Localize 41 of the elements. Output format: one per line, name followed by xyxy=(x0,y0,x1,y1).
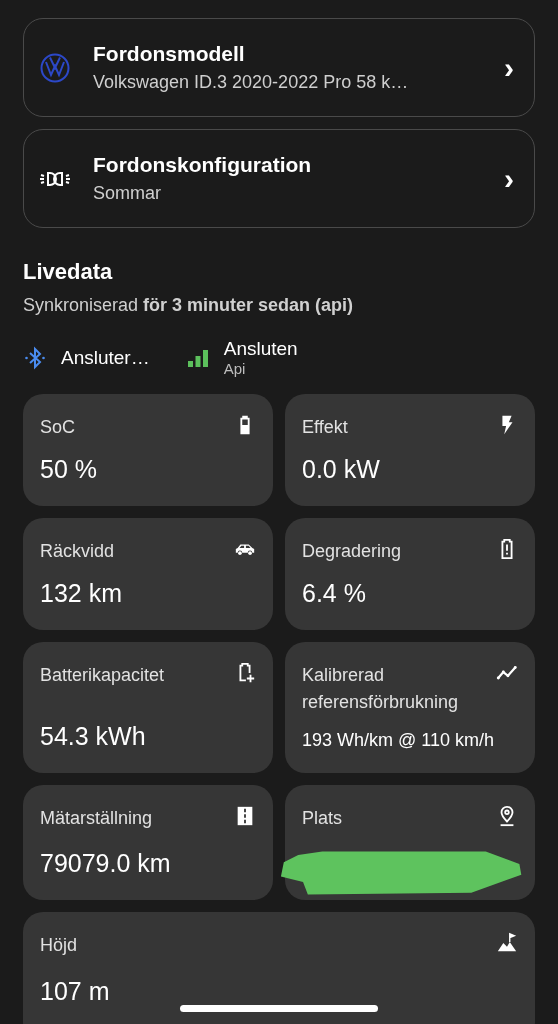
tile-label: Plats xyxy=(302,807,343,830)
setting-title: Fordonskonfiguration xyxy=(93,153,313,177)
tile-value: 107 m xyxy=(40,977,111,1006)
setting-value: Volkswagen ID.3 2020-2022 Pro 58 k… xyxy=(93,72,410,93)
mountain-flag-icon xyxy=(496,932,518,954)
settings-row[interactable]: Fordonskonfiguration Sommar › xyxy=(23,129,535,228)
setting-title: Fordonsmodell xyxy=(93,42,246,66)
metric-tile[interactable]: Effekt 0.0 kW xyxy=(285,394,535,506)
tile-label: Degradering xyxy=(302,540,402,563)
tile-value: 79079.0 km xyxy=(40,849,172,878)
section-title: Livedata xyxy=(23,259,114,285)
tile-label: Mätarställning xyxy=(40,807,153,830)
tile-value: 0.0 kW xyxy=(302,455,381,484)
tile-value: 6.4 % xyxy=(302,579,367,608)
metric-tile[interactable]: Mätarställning 79079.0 km xyxy=(23,785,273,900)
tile-value: 50 % xyxy=(40,455,98,484)
chevron-icon: › xyxy=(504,52,514,83)
tile-label: Kalibrerad referensförbrukning xyxy=(302,664,460,714)
settings-row[interactable]: Fordonsmodell Volkswagen ID.3 2020-2022 Pro 58 k… › xyxy=(23,18,535,117)
chevron-icon: › xyxy=(504,163,514,194)
connection-status: Ansluten xyxy=(223,338,298,360)
tile-value: 193 Wh/km @ 110 km/h xyxy=(302,730,495,751)
bluetooth-icon xyxy=(23,345,47,370)
sync-status: Synkroniserad för 3 minuter sedan (api) xyxy=(23,295,355,316)
setting-value: Sommar xyxy=(93,183,162,204)
metric-tile[interactable]: Räckvidd 132 km xyxy=(23,518,273,630)
metric-tile[interactable]: Höjd 107 m xyxy=(23,912,535,1024)
tile-label: Batterikapacitet xyxy=(40,664,165,687)
tile-label: SoC xyxy=(40,416,75,439)
metric-tile[interactable]: Kalibrerad referensförbrukning 193 Wh/km @ 110 km/h xyxy=(285,642,535,773)
tile-label: Effekt xyxy=(302,416,348,439)
connection-source: Api xyxy=(223,360,247,377)
metric-tile[interactable]: Batterikapacitet 54.3 kWh xyxy=(23,642,273,773)
metric-tile[interactable]: SoC 50 % xyxy=(23,394,273,506)
tile-value: 132 km xyxy=(40,579,123,608)
tile-label: Höjd xyxy=(40,934,78,957)
circle-logo-icon xyxy=(39,51,71,84)
connection-status: Ansluter… xyxy=(61,346,150,369)
tile-label: Räckvidd xyxy=(40,540,115,563)
tile-value: 54.3 kWh xyxy=(40,722,147,751)
metric-tile[interactable]: Degradering 6.4 % xyxy=(285,518,535,630)
